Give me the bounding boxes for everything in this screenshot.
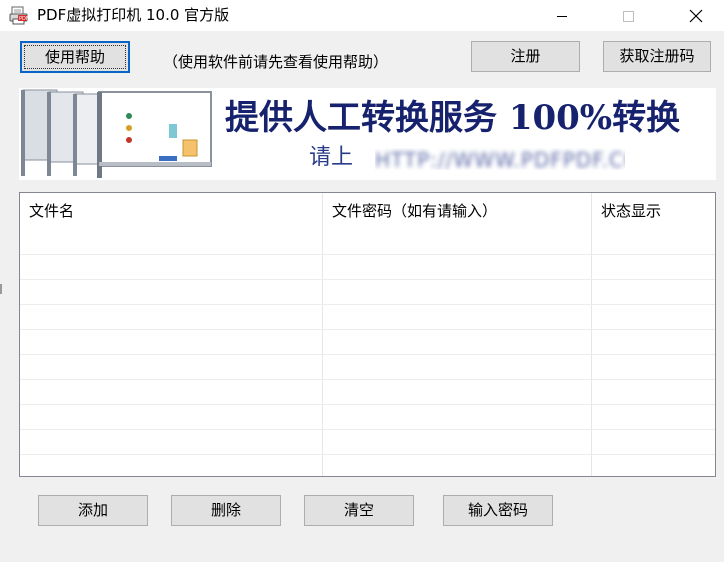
- add-button[interactable]: 添加: [38, 495, 148, 526]
- minimize-icon: [557, 15, 567, 17]
- svg-text:PDF: PDF: [19, 16, 28, 22]
- whiteboard-illustration-icon: [21, 89, 212, 178]
- row-gridline: [20, 429, 715, 430]
- help-hint-text: （使用软件前请先查看使用帮助）: [163, 53, 389, 71]
- row-gridline: [20, 329, 715, 330]
- file-list-header: 文件名 文件密码（如有请输入） 状态显示: [20, 193, 715, 230]
- close-icon: [689, 9, 703, 22]
- help-button[interactable]: 使用帮助: [20, 41, 130, 73]
- delete-button-label: 删除: [210, 501, 241, 519]
- obscured-url: HTTP://WWW.PDFPDF.COM: [375, 148, 625, 170]
- row-gridline: [20, 354, 715, 355]
- column-header-filename[interactable]: 文件名: [20, 193, 322, 230]
- get-registration-code-button[interactable]: 获取注册码: [603, 41, 711, 72]
- enter-password-button[interactable]: 输入密码: [443, 495, 553, 526]
- window-title: PDF虚拟打印机 10.0 官方版: [37, 6, 230, 24]
- column-divider: [322, 193, 323, 476]
- obscured-url-text: HTTP://WWW.PDFPDF.COM: [375, 148, 625, 170]
- title-bar[interactable]: PDF PDF虚拟打印机 10.0 官方版: [0, 0, 724, 31]
- pdf-printer-icon: PDF: [9, 6, 29, 25]
- row-gridline: [20, 379, 715, 380]
- register-button-label: 注册: [510, 47, 541, 65]
- window-edge-marker: [0, 284, 2, 294]
- delete-button[interactable]: 删除: [171, 495, 281, 526]
- column-header-status[interactable]: 状态显示: [592, 193, 715, 230]
- file-list[interactable]: 文件名 文件密码（如有请输入） 状态显示: [19, 192, 716, 477]
- row-gridline: [20, 254, 715, 255]
- column-divider: [591, 193, 592, 476]
- promo-banner[interactable]: 提供人工转换服务 100%转换 请上 HTTP://WWW.PDFPDF.COM: [19, 88, 716, 180]
- column-header-password[interactable]: 文件密码（如有请输入）: [323, 193, 591, 230]
- row-gridline: [20, 279, 715, 280]
- row-gridline: [20, 454, 715, 455]
- add-button-label: 添加: [77, 501, 108, 519]
- clear-button-label: 清空: [343, 501, 374, 519]
- focus-rect: [24, 45, 126, 69]
- banner-subline: 请上: [309, 145, 354, 170]
- banner-headline: 提供人工转换服务 100%转换: [225, 98, 681, 138]
- close-button[interactable]: [673, 0, 719, 31]
- maximize-button[interactable]: [605, 0, 651, 31]
- maximize-icon: [623, 10, 634, 22]
- enter-password-button-label: 输入密码: [467, 501, 528, 519]
- clear-button[interactable]: 清空: [304, 495, 414, 526]
- get-code-button-label: 获取注册码: [619, 47, 695, 65]
- row-gridline: [20, 404, 715, 405]
- minimize-button[interactable]: [539, 0, 585, 31]
- register-button[interactable]: 注册: [471, 41, 580, 72]
- row-gridline: [20, 304, 715, 305]
